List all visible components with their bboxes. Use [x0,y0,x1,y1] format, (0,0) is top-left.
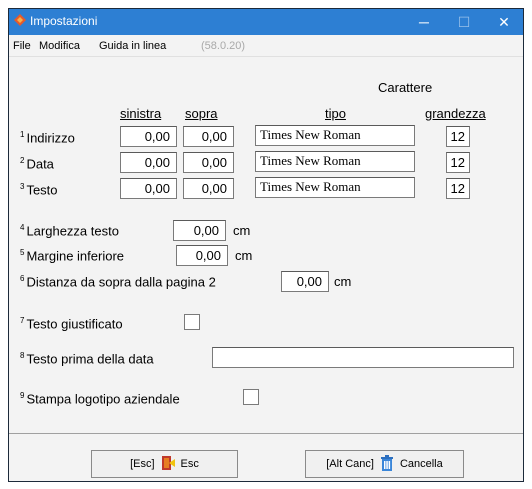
indirizzo-sopra-input[interactable]: 0,00 [183,126,234,147]
indirizzo-grandezza-input[interactable]: 12 [446,126,470,147]
giustificato-checkbox[interactable] [184,314,200,330]
distanza-input[interactable]: 0,00 [281,271,329,292]
distanza-unit: cm [334,274,352,289]
esc-shortcut: [Esc] [130,458,155,470]
menu-file[interactable]: File [13,40,31,52]
larghezza-label: 4 Larghezza testo [20,223,119,239]
distanza-label: 6 Distanza da sopra dalla pagina 2 [20,274,216,290]
col-grandezza: grandezza [425,106,486,121]
app-icon [14,14,26,29]
trash-icon [378,454,396,475]
larghezza-unit: cm [233,223,251,238]
prima-data-input[interactable] [212,347,514,368]
logotipo-checkbox[interactable] [243,389,259,405]
indirizzo-sinistra-input[interactable]: 0,00 [120,126,177,147]
col-sopra: sopra [185,106,218,121]
cancel-shortcut: [Alt Canc] [326,458,374,470]
row-label-indirizzo: 1 Indirizzo [20,130,75,146]
esc-label: Esc [180,458,199,470]
data-sopra-input[interactable]: 0,00 [183,152,234,173]
testo-grandezza-input[interactable]: 12 [446,178,470,199]
menu-modifica[interactable]: Modifica [39,40,80,52]
row-number: 2 [20,156,25,165]
exit-door-icon [159,454,177,475]
testo-tipo-input[interactable]: Times New Roman [255,177,415,198]
data-sinistra-input[interactable]: 0,00 [120,152,177,173]
giustificato-label: 7 Testo giustificato [20,316,123,332]
larghezza-input[interactable]: 0,00 [173,220,226,241]
testo-sinistra-input[interactable]: 0,00 [120,178,177,199]
margine-input[interactable]: 0,00 [176,245,228,266]
menu-guida[interactable]: Guida in linea [99,40,166,52]
row-label-data: 2 Data [20,156,54,172]
logotipo-label: 9 Stampa logotipo aziendale [20,391,180,407]
cancella-button[interactable]: [Alt Canc] Cancella [305,450,464,478]
data-grandezza-input[interactable]: 12 [446,152,470,173]
close-button[interactable]: ✕ [486,9,522,35]
col-tipo: tipo [325,106,346,121]
footer-separator [9,433,523,434]
window-frame [8,8,524,482]
carattere-heading: Carattere [378,80,433,95]
data-tipo-input[interactable]: Times New Roman [255,151,415,172]
row-label-testo: 3 Testo [20,182,58,198]
testo-sopra-input[interactable]: 0,00 [183,178,234,199]
esc-button[interactable]: [Esc] Esc [91,450,238,478]
prima-data-label: 8 Testo prima della data [20,351,154,367]
row-number: 3 [20,182,25,191]
window-title: Impostazioni [30,14,98,28]
maximize-button[interactable]: ☐ [446,9,482,35]
version-label: (58.0.20) [201,40,246,52]
indirizzo-tipo-input[interactable]: Times New Roman [255,125,415,146]
row-number: 1 [20,130,25,139]
margine-unit: cm [235,248,253,263]
col-sinistra: sinistra [120,106,162,121]
margine-label: 5 Margine inferiore [20,248,124,264]
minimize-button[interactable]: ─ [406,9,442,35]
menu-bar [9,35,523,57]
cancel-label: Cancella [399,458,443,470]
